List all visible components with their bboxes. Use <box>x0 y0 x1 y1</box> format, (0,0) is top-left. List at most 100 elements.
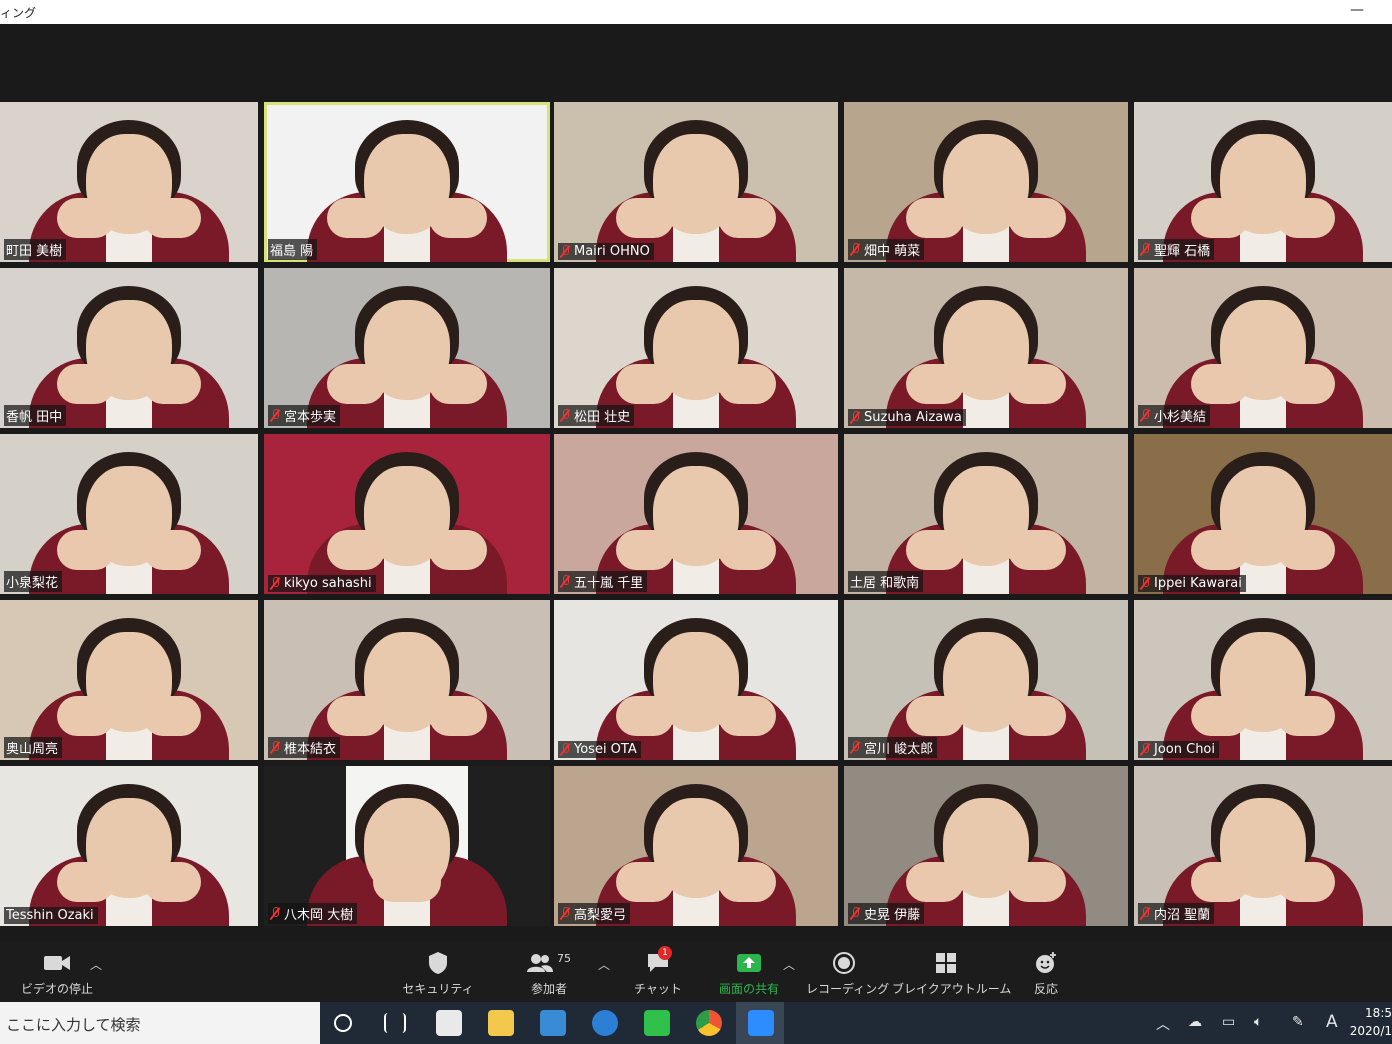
task-view-icon[interactable] <box>384 1013 406 1033</box>
reactions-button[interactable]: 反応 <box>1024 948 1068 997</box>
mail-icon[interactable] <box>540 1010 566 1036</box>
muted-microphone-icon <box>560 575 570 588</box>
participant-name: 松田 壮史 <box>574 410 631 425</box>
battery-icon[interactable]: ▭ <box>1222 1014 1235 1030</box>
participant-name: 町田 美樹 <box>6 244 63 259</box>
video-tile[interactable]: Joon Choi <box>1134 600 1392 760</box>
taskbar-search-input[interactable]: ここに入力して検索 <box>0 1002 320 1044</box>
participant-name-label: 高梨愛弓 <box>558 903 631 924</box>
participants-options-chevron-icon[interactable]: ︿ <box>598 956 610 973</box>
participant-name: 奥山周亮 <box>6 742 59 757</box>
participant-video <box>1134 434 1392 594</box>
record-button[interactable]: レコーディング <box>806 948 889 997</box>
participant-video <box>1134 268 1392 428</box>
video-tile[interactable]: Suzuha Aizawa <box>844 268 1128 428</box>
muted-microphone-icon <box>1140 743 1150 756</box>
video-tile[interactable]: Tesshin Ozaki <box>0 766 258 926</box>
participant-name-label: 聖輝 石橋 <box>1138 239 1215 260</box>
video-tile[interactable]: 小杉美結 <box>1134 268 1392 428</box>
muted-microphone-icon <box>560 245 570 258</box>
participant-name-label: 史晃 伊藤 <box>848 903 925 924</box>
video-tile[interactable]: Ippei Kawarai <box>1134 434 1392 594</box>
participant-name-label: 五十嵐 千里 <box>558 571 648 592</box>
participant-video <box>554 434 838 594</box>
participant-video <box>844 268 1128 428</box>
participant-video <box>844 600 1128 760</box>
participant-video <box>554 766 838 926</box>
participant-video <box>0 434 258 594</box>
cortana-icon[interactable] <box>334 1014 352 1032</box>
video-tile[interactable]: 松田 壮史 <box>554 268 838 428</box>
stop-video-label: ビデオの停止 <box>20 982 93 996</box>
video-tile[interactable]: 宮川 峻太郎 <box>844 600 1128 760</box>
participant-name: Tesshin Ozaki <box>6 908 94 923</box>
tray-chevron-icon[interactable]: ︿ <box>1156 1014 1170 1034</box>
volume-icon[interactable]: 🔈︎ <box>1254 1014 1262 1030</box>
share-screen-icon <box>712 948 786 978</box>
line-icon[interactable] <box>644 1010 670 1036</box>
video-tile[interactable]: 福島 陽 <box>264 102 550 262</box>
video-tile[interactable]: 香帆 田中 <box>0 268 258 428</box>
video-tile[interactable]: 奥山周亮 <box>0 600 258 760</box>
participant-name-label: 松田 壮史 <box>558 405 635 426</box>
video-tile[interactable]: 小泉梨花 <box>0 434 258 594</box>
clock-time: 18:5 <box>1365 1006 1392 1020</box>
share-screen-button[interactable]: 画面の共有 <box>712 948 786 997</box>
participant-name-label: 畑中 萌菜 <box>848 239 925 260</box>
store-icon[interactable] <box>436 1010 462 1036</box>
participant-name: 小泉梨花 <box>6 576 59 591</box>
video-tile[interactable]: 土居 和歌南 <box>844 434 1128 594</box>
ime-indicator[interactable]: A <box>1326 1012 1338 1032</box>
video-tile[interactable]: 史晃 伊藤 <box>844 766 1128 926</box>
muted-microphone-icon <box>850 741 860 754</box>
muted-microphone-icon <box>1140 907 1150 920</box>
participant-name-label: Suzuha Aizawa <box>848 409 966 426</box>
participant-video <box>0 268 258 428</box>
chat-button[interactable]: 1 チャット <box>632 946 684 997</box>
video-tile[interactable]: 聖輝 石橋 <box>1134 102 1392 262</box>
muted-microphone-icon <box>850 907 860 920</box>
pen-icon[interactable]: ✎ <box>1292 1014 1304 1030</box>
participant-video <box>264 600 550 760</box>
video-tile[interactable]: 椎本結衣 <box>264 600 550 760</box>
participant-name-label: 福島 陽 <box>268 239 318 260</box>
zoom-app-icon[interactable] <box>748 1010 774 1036</box>
security-button[interactable]: セキュリティ <box>402 948 474 997</box>
video-options-chevron-icon[interactable]: ︿ <box>90 956 102 973</box>
participant-name: 高梨愛弓 <box>574 908 627 923</box>
windows-taskbar: ここに入力して検索 ︿ ☁ ▭ 🔈︎ ✎ A 18:5 2020/1 <box>0 1002 1392 1044</box>
onedrive-icon[interactable]: ☁ <box>1188 1014 1202 1030</box>
participant-name-label: 宮川 峻太郎 <box>848 737 938 758</box>
video-tile[interactable]: 畑中 萌菜 <box>844 102 1128 262</box>
participants-button[interactable]: 75 参加者 <box>520 948 578 997</box>
participant-name-label: 町田 美樹 <box>4 239 67 260</box>
video-tile[interactable]: kikyo sahashi <box>264 434 550 594</box>
video-tile[interactable]: Mairi OHNO <box>554 102 838 262</box>
participant-name: 内沼 聖蘭 <box>1154 908 1211 923</box>
video-tile[interactable]: 八木岡 大樹 <box>264 766 550 926</box>
muted-microphone-icon <box>270 907 280 920</box>
participant-video <box>844 434 1128 594</box>
video-tile[interactable]: 内沼 聖蘭 <box>1134 766 1392 926</box>
share-options-chevron-icon[interactable]: ︿ <box>783 956 795 973</box>
clock[interactable]: 18:5 2020/1 <box>1350 1004 1392 1040</box>
muted-microphone-icon <box>270 577 280 590</box>
muted-microphone-icon <box>850 243 860 256</box>
participant-name: 聖輝 石橋 <box>1154 244 1211 259</box>
participant-video <box>0 600 258 760</box>
stop-video-button[interactable]: ビデオの停止 <box>18 948 96 997</box>
chrome-icon[interactable] <box>696 1010 722 1036</box>
participant-name: 畑中 萌菜 <box>864 244 921 259</box>
breakout-rooms-button[interactable]: ブレイクアウトルーム <box>892 948 1011 997</box>
participant-name-label: Tesshin Ozaki <box>4 907 98 924</box>
video-tile[interactable]: 五十嵐 千里 <box>554 434 838 594</box>
video-tile[interactable]: Yosei OTA <box>554 600 838 760</box>
video-tile[interactable]: 宮本歩実 <box>264 268 550 428</box>
file-explorer-icon[interactable] <box>488 1010 514 1036</box>
edge-icon[interactable] <box>592 1010 618 1036</box>
participant-name-label: Ippei Kawarai <box>1138 575 1246 592</box>
video-tile[interactable]: 町田 美樹 <box>0 102 258 262</box>
minimize-icon[interactable]: — <box>1350 2 1364 18</box>
video-tile[interactable]: 高梨愛弓 <box>554 766 838 926</box>
participant-name-label: Mairi OHNO <box>558 243 654 260</box>
